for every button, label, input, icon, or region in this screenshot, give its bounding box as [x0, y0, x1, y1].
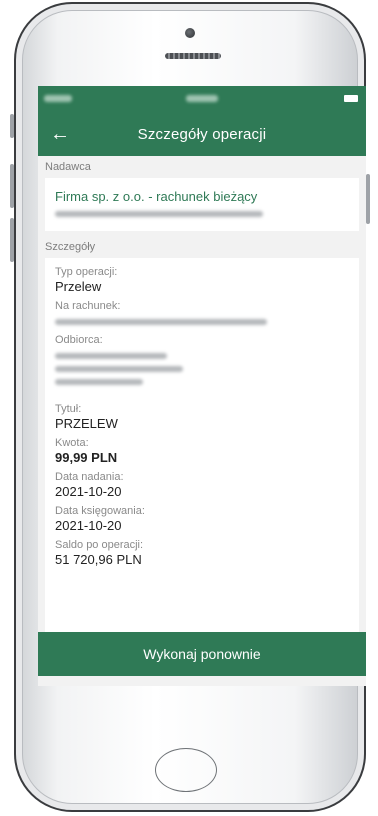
status-bar [38, 86, 366, 112]
mute-switch [10, 114, 14, 138]
operation-type-label: Typ operacji: [55, 266, 118, 278]
booking-date-label: Data księgowania: [55, 505, 145, 517]
to-account-number-blurred [55, 319, 267, 325]
order-date-label: Data nadania: [55, 471, 124, 483]
battery-icon [344, 95, 358, 102]
balance-after-value: 51 720,96 PLN [55, 552, 142, 567]
status-carrier-blur [44, 95, 72, 102]
status-time-blur [186, 95, 218, 102]
amount-value: 99,99 PLN [55, 450, 118, 465]
to-account-label: Na rachunek: [55, 300, 121, 312]
recipient-line-2-blurred [55, 366, 183, 372]
volume-up-button [10, 164, 14, 208]
page-title: Szczegóły operacji [137, 125, 267, 143]
volume-down-button [10, 218, 14, 262]
power-button [366, 174, 370, 224]
sender-section-label: Nadawca [45, 161, 91, 173]
camera-icon [185, 28, 195, 38]
recipient-label: Odbiorca: [55, 334, 103, 346]
app-bar: ← Szczegóły operacji [38, 112, 366, 156]
balance-after-label: Saldo po operacji: [55, 539, 144, 551]
sender-card[interactable]: Firma sp. z o.o. - rachunek bieżący [45, 178, 359, 231]
app-screen: ← Szczegóły operacji Nadawca Firma sp. z… [38, 86, 366, 686]
amount-label: Kwota: [55, 437, 89, 449]
title-value: PRZELEW [55, 416, 118, 431]
details-section-label: Szczegóły [45, 241, 96, 253]
sender-account-number-blurred [55, 211, 263, 217]
speaker-grill [165, 53, 221, 59]
sender-account-name: Firma sp. z o.o. - rachunek bieżący [55, 189, 258, 204]
home-button[interactable] [155, 748, 217, 792]
repeat-operation-button[interactable]: Wykonaj ponownie [38, 632, 366, 676]
recipient-line-1-blurred [55, 353, 167, 359]
details-card: Typ operacji: Przelew Na rachunek: Odbio… [45, 258, 359, 670]
operation-type-value: Przelew [55, 279, 102, 294]
title-label: Tytuł: [55, 403, 82, 415]
booking-date-value: 2021-10-20 [55, 518, 122, 533]
order-date-value: 2021-10-20 [55, 484, 122, 499]
recipient-line-3-blurred [55, 379, 143, 385]
arrow-left-icon[interactable]: ← [50, 124, 70, 144]
